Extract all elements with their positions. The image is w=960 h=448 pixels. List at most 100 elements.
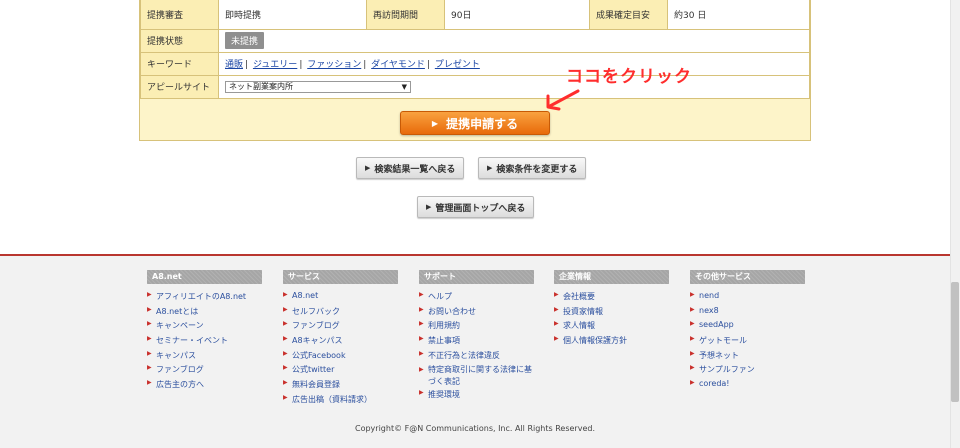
keyword-link[interactable]: ジュエリー bbox=[253, 60, 297, 70]
footer-link[interactable]: ▶ A8.netとは bbox=[147, 306, 262, 321]
keyword-separator: | bbox=[299, 60, 303, 70]
bullet-icon: ▶ bbox=[283, 379, 288, 387]
bullet-icon: ▶ bbox=[419, 320, 424, 328]
footer-link[interactable]: ▶ 推奨環境 bbox=[419, 389, 537, 404]
keyword-link[interactable]: ファッション bbox=[307, 60, 361, 70]
footer-link[interactable]: ▶ アフィリエイトのA8.net bbox=[147, 291, 262, 306]
change-conditions-label: 検索条件を変更する bbox=[496, 164, 578, 175]
scrollbar-thumb[interactable] bbox=[951, 282, 959, 402]
admin-top-button[interactable]: ▶ 管理画面トップへ戻る bbox=[417, 196, 535, 218]
keyword-label: キーワード bbox=[140, 51, 219, 76]
bullet-icon: ▶ bbox=[690, 291, 695, 298]
keyword-list: 通販 | ジュエリー | ファッション | ダイヤモンド | プレゼント bbox=[218, 51, 810, 76]
footer-link[interactable]: ▶ nex8 bbox=[690, 306, 805, 321]
bullet-icon: ▶ bbox=[690, 305, 695, 313]
footer-column-services: サービス ▶ A8.net ▶ セルフバック ▶ ファンブログ ▶ A8キャンパス ▶ 公… bbox=[283, 270, 398, 409]
keyword-link[interactable]: プレゼント bbox=[435, 60, 480, 70]
bullet-icon: ▶ bbox=[554, 335, 559, 343]
footer-link[interactable]: ▶ ファンブログ bbox=[147, 364, 262, 379]
bullet-icon: ▶ bbox=[147, 291, 152, 298]
bullet-icon: ▶ bbox=[690, 320, 695, 328]
footer-link[interactable]: ▶ 公式twitter bbox=[283, 364, 398, 379]
bullet-icon: ▶ bbox=[283, 364, 288, 372]
footer-link[interactable]: ▶ 利用規約 bbox=[419, 320, 537, 335]
page-scrollbar[interactable] bbox=[950, 0, 960, 448]
footer-link[interactable]: ▶ キャンパス bbox=[147, 350, 262, 365]
footer-column-title: その他サービス bbox=[690, 270, 805, 284]
bullet-icon: ▶ bbox=[283, 335, 288, 343]
footer-link[interactable]: ▶ 投資家情報 bbox=[554, 306, 669, 321]
bullet-icon: ▶ bbox=[147, 349, 152, 357]
keyword-separator: | bbox=[426, 60, 430, 70]
bullet-icon: ▶ bbox=[419, 349, 424, 357]
keyword-link[interactable]: ダイヤモンド bbox=[371, 60, 425, 70]
footer-link[interactable]: ▶ お問い合わせ bbox=[419, 306, 537, 321]
footer-column-title: 企業情報 bbox=[554, 270, 669, 284]
footer-link[interactable]: ▶ 予想ネット bbox=[690, 350, 805, 365]
footer-link[interactable]: ▶ ゲットモール bbox=[690, 335, 805, 350]
review-value: 即時提携 bbox=[218, 0, 367, 30]
footer-link[interactable]: ▶ 広告出稿（資料請求） bbox=[283, 394, 398, 409]
bullet-icon: ▶ bbox=[283, 305, 288, 313]
keyword-separator: | bbox=[363, 60, 367, 70]
bullet-icon: ▶ bbox=[283, 393, 288, 401]
footer-column-support: サポート ▶ ヘルプ ▶ お問い合わせ ▶ 利用規約 ▶ 禁止事項 ▶ 不正行為と法律違反… bbox=[419, 270, 537, 404]
bullet-icon: ▶ bbox=[690, 379, 695, 387]
footer-link[interactable]: ▶ 特定商取引に関する法律に基づく表記 bbox=[419, 364, 537, 389]
footer-link[interactable]: ▶ 会社概要 bbox=[554, 291, 669, 306]
footer-link[interactable]: ▶ 公式Facebook bbox=[283, 350, 398, 365]
footer-link[interactable]: ▶ 求人情報 bbox=[554, 320, 669, 335]
admin-top-label: 管理画面トップへ戻る bbox=[435, 203, 526, 214]
appeal-site-cell: ネット副業案内所 ▼ bbox=[218, 74, 810, 99]
footer-link[interactable]: ▶ A8キャンパス bbox=[283, 335, 398, 350]
play-triangle-icon: ▶ bbox=[431, 118, 439, 128]
bullet-icon: ▶ bbox=[283, 320, 288, 328]
offer-info-table: 提携審査 即時提携 再訪問期間 90日 成果確定目安 約30 日 提携状態 未提… bbox=[140, 0, 810, 99]
table-row: 提携状態 未提携 bbox=[140, 28, 810, 53]
bullet-icon: ▶ bbox=[283, 291, 288, 298]
footer-link[interactable]: ▶ 不正行為と法律違反 bbox=[419, 350, 537, 365]
footer-link[interactable]: ▶ セルフバック bbox=[283, 306, 398, 321]
footer-link[interactable]: ▶ seedApp bbox=[690, 320, 805, 335]
footer-link[interactable]: ▶ ヘルプ bbox=[419, 291, 537, 306]
appeal-site-label: アピールサイト bbox=[140, 74, 219, 99]
status-label: 提携状態 bbox=[140, 28, 219, 53]
footer-link[interactable]: ▶ nend bbox=[690, 291, 805, 306]
footer-link[interactable]: ▶ サンプルファン bbox=[690, 364, 805, 379]
footer-link[interactable]: ▶ coreda! bbox=[690, 379, 805, 394]
copyright-text: Copyright© F@N Communications, Inc. All … bbox=[355, 424, 595, 433]
bullet-icon: ▶ bbox=[147, 320, 152, 328]
revisit-value: 90日 bbox=[444, 0, 590, 30]
footer-link[interactable]: ▶ ファンブログ bbox=[283, 320, 398, 335]
footer-column-title: A8.net bbox=[147, 270, 262, 284]
apply-partnership-button[interactable]: ▶ 提携申請する bbox=[400, 111, 550, 135]
bullet-icon: ▶ bbox=[147, 379, 152, 387]
revisit-label: 再訪問期間 bbox=[366, 0, 445, 30]
footer-link[interactable]: ▶ A8.net bbox=[283, 291, 398, 306]
bullet-icon: ▶ bbox=[147, 305, 152, 313]
keyword-separator: | bbox=[245, 60, 249, 70]
back-to-results-button[interactable]: ▶ 検索結果一覧へ戻る bbox=[356, 157, 465, 179]
annotation-arrow-icon bbox=[546, 89, 580, 111]
status-badge: 未提携 bbox=[225, 32, 265, 49]
review-label: 提携審査 bbox=[140, 0, 219, 30]
table-row: キーワード 通販 | ジュエリー | ファッション | ダイヤモンド | プレゼント bbox=[140, 51, 810, 76]
change-conditions-button[interactable]: ▶ 検索条件を変更する bbox=[478, 157, 587, 179]
footer-link[interactable]: ▶ 無料会員登録 bbox=[283, 379, 398, 394]
site-footer: A8.net ▶ アフィリエイトのA8.net ▶ A8.netとは ▶ キャンペーン… bbox=[0, 254, 950, 448]
footer-column-company: 企業情報 ▶ 会社概要 ▶ 投資家情報 ▶ 求人情報 ▶ 個人情報保護方針 bbox=[554, 270, 669, 350]
footer-column-a8net: A8.net ▶ アフィリエイトのA8.net ▶ A8.netとは ▶ キャンペーン… bbox=[147, 270, 262, 394]
keyword-link[interactable]: 通販 bbox=[225, 60, 243, 70]
play-triangle-icon: ▶ bbox=[365, 164, 371, 172]
table-row: アピールサイト ネット副業案内所 ▼ bbox=[140, 74, 810, 99]
footer-link[interactable]: ▶ 個人情報保護方針 bbox=[554, 335, 669, 350]
chevron-down-icon: ▼ bbox=[401, 82, 407, 91]
footer-link[interactable]: ▶ キャンペーン bbox=[147, 320, 262, 335]
footer-link[interactable]: ▶ 広告主の方へ bbox=[147, 379, 262, 394]
footer-link[interactable]: ▶ 禁止事項 bbox=[419, 335, 537, 350]
apply-button-label: 提携申請する bbox=[446, 116, 519, 131]
play-triangle-icon: ▶ bbox=[426, 203, 432, 211]
appeal-site-select[interactable]: ネット副業案内所 ▼ bbox=[225, 80, 411, 93]
footer-link[interactable]: ▶ セミナー・イベント bbox=[147, 335, 262, 350]
back-to-results-label: 検索結果一覧へ戻る bbox=[374, 164, 456, 175]
